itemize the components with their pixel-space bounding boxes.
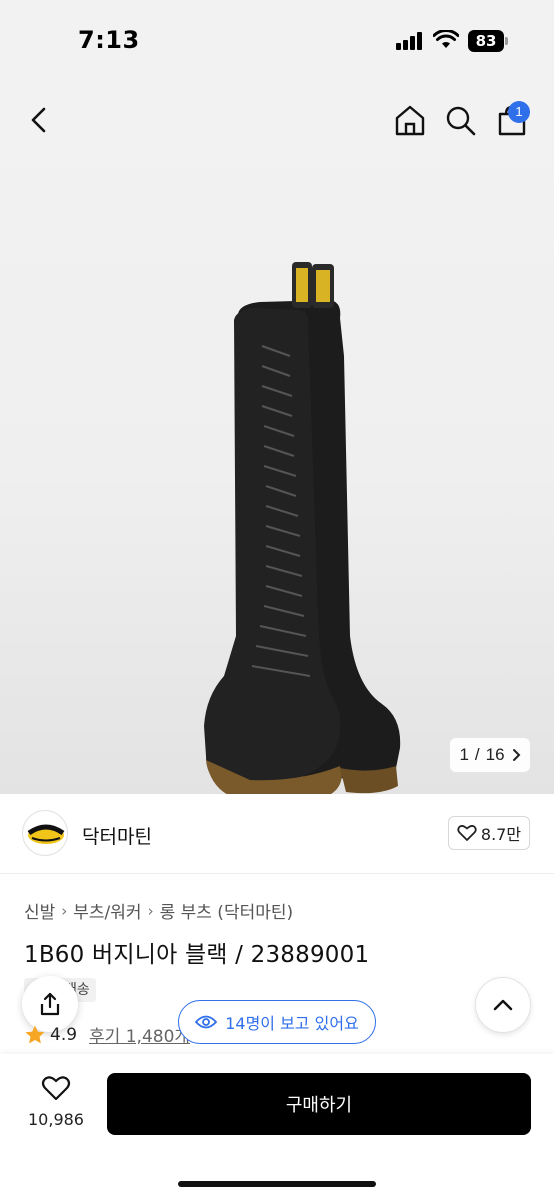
gallery-total: 16	[485, 745, 505, 764]
breadcrumb: 신발 › 부츠/워커 › 롱 부츠 (닥터마틴)	[24, 898, 294, 924]
chevron-right-icon	[512, 749, 520, 761]
home-indicator	[178, 1181, 376, 1187]
share-icon	[40, 992, 60, 1016]
search-icon[interactable]	[444, 104, 478, 138]
breadcrumb-item[interactable]: 롱 부츠 (닥터마틴)	[160, 898, 294, 923]
bottom-action-bar: 10,986 구매하기	[0, 1054, 554, 1200]
wishlist-count: 10,986	[28, 1110, 84, 1129]
brand-name[interactable]: 닥터마틴	[82, 822, 152, 849]
brand-logo[interactable]	[22, 810, 68, 856]
product-image-boots	[204, 262, 401, 794]
heart-icon	[41, 1076, 71, 1101]
brand-row: 닥터마틴 8.7만	[0, 794, 554, 874]
cart-count-badge: 1	[508, 101, 530, 123]
eye-icon	[195, 1015, 218, 1029]
scroll-to-top-button[interactable]	[475, 977, 531, 1033]
cellular-signal-icon	[396, 32, 422, 50]
buy-button[interactable]: 구매하기	[107, 1073, 531, 1135]
wifi-icon	[433, 30, 459, 48]
status-bar: 7:13 83	[0, 0, 554, 84]
chevron-right-icon: ›	[61, 901, 68, 920]
heart-icon	[457, 825, 477, 841]
brand-like-count: 8.7만	[480, 825, 522, 844]
battery-tip	[505, 37, 508, 45]
reviews-link[interactable]: 후기 1,480개	[89, 1022, 190, 1047]
product-title: 1B60 버지니아 블랙 / 23889001	[24, 942, 370, 968]
breadcrumb-item[interactable]: 신발	[24, 898, 55, 923]
status-time: 7:13	[78, 26, 140, 54]
rating-row: 4.9 후기 1,480개	[24, 1022, 190, 1047]
gallery-separator: /	[474, 745, 480, 764]
chevron-up-icon	[493, 999, 513, 1011]
gallery-page-counter[interactable]: 1 / 16	[450, 738, 530, 772]
battery-indicator: 83	[468, 30, 504, 52]
rating-value: 4.9	[50, 1024, 78, 1045]
star-icon	[25, 1025, 45, 1043]
gallery-current: 1	[459, 745, 469, 764]
breadcrumb-item[interactable]: 부츠/워커	[73, 898, 141, 923]
brand-like-button[interactable]: 8.7만	[448, 816, 530, 850]
viewers-pill: 14명이 보고 있어요	[178, 1000, 376, 1044]
viewers-text: 14명이 보고 있어요	[225, 1014, 359, 1033]
back-icon[interactable]	[26, 104, 54, 136]
home-icon[interactable]	[393, 103, 427, 137]
chevron-right-icon: ›	[147, 901, 154, 920]
wishlist-button[interactable]: 10,986	[24, 1074, 88, 1129]
product-image-gallery[interactable]	[0, 84, 554, 794]
